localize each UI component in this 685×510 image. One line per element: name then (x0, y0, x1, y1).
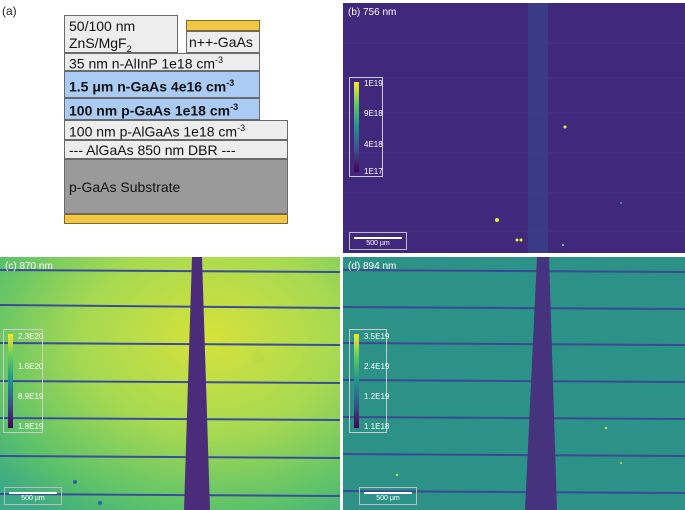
panel-b-image: (b) 756 nm 1E19 9E18 4E18 1E17 500 µm (343, 3, 685, 253)
panel-c-colorbar-tick: 1.8E19 (18, 422, 44, 431)
panel-d-image: (d) 894 nm 3.5E19 2.4E19 1.2E19 1.1E18 5… (343, 257, 685, 510)
panel-d-texture (343, 257, 685, 510)
contact-gold-bottom (64, 214, 288, 224)
panel-d-colorbar-tick: 1.1E18 (364, 422, 390, 431)
panel-d-label: (d) 894 nm (348, 261, 397, 272)
layer-n-alinp: 35 nm n-AlInP 1e18 cm-3 (64, 53, 260, 71)
layer-substrate: p-GaAs Substrate (64, 159, 288, 214)
panel-c-scalebar: 500 µm (4, 487, 62, 505)
panel-b-label: (b) 756 nm (348, 7, 397, 18)
layer-p-algaas: 100 nm p-AlGaAs 1e18 cm-3 (64, 120, 288, 140)
layer-zns-line2: ZnS/MgF2 (69, 35, 132, 54)
layer-zns-line1: 50/100 nm (69, 18, 136, 34)
layer-pgaas-label: 100 nm p-GaAs 1e18 cm-3 (69, 102, 239, 119)
panel-d-colorbar-tick: 1.2E19 (364, 392, 390, 401)
panel-c-colorbar-tick: 1.6E20 (18, 362, 44, 371)
panel-a-letter: (a) (2, 4, 17, 18)
layer-alinp-label: 35 nm n-AlInP 1e18 cm-3 (69, 55, 224, 72)
panel-d-scalebar-label: 500 µm (376, 495, 400, 502)
panel-c-colorbar-tick: 8.9E19 (18, 392, 44, 401)
panel-d-colorbar-tick: 3.5E19 (364, 332, 390, 341)
panel-b-colorbar-tick: 9E18 (364, 109, 383, 118)
panel-c-colorbar: 2.3E20 1.6E20 8.9E19 1.8E19 (3, 329, 43, 433)
layer-dbr-label: --- AlGaAs 850 nm DBR --- (69, 142, 236, 158)
layer-n-gaas-contact: n++-GaAs (186, 31, 260, 53)
panel-d-scalebar: 500 µm (359, 487, 417, 505)
panel-b-colorbar-tick: 4E18 (364, 140, 383, 149)
panel-b-scalebar: 500 µm (349, 232, 407, 250)
panel-d-colorbar-tick: 2.4E19 (364, 362, 390, 371)
panel-b-scalebar-label: 500 µm (366, 240, 390, 247)
layer-zns-mgf2: 50/100 nm ZnS/MgF2 (64, 15, 178, 53)
panel-b-colorbar-tick: 1E19 (364, 79, 383, 88)
panel-c-texture (0, 257, 340, 510)
panel-b-colorbar: 1E19 9E18 4E18 1E17 (349, 77, 383, 177)
layer-dbr: --- AlGaAs 850 nm DBR --- (64, 140, 288, 159)
panel-b-colorbar-tick: 1E17 (364, 167, 383, 176)
panel-c-label: (c) 870 nm (5, 261, 53, 272)
panel-c-scalebar-label: 500 µm (21, 495, 45, 502)
panel-c-colorbar-tick: 2.3E20 (18, 332, 44, 341)
layer-n-gaas: 1.5 μm n-GaAs 4e16 cm-3 (64, 71, 260, 98)
layer-palgaas-label: 100 nm p-AlGaAs 1e18 cm-3 (69, 123, 246, 140)
layer-substrate-label: p-GaAs Substrate (69, 179, 181, 195)
panel-d-colorbar: 3.5E19 2.4E19 1.2E19 1.1E18 (349, 329, 390, 433)
layer-contact-label: n++-GaAs (189, 34, 253, 50)
layer-ngaas-label: 1.5 μm n-GaAs 4e16 cm-3 (69, 78, 235, 95)
layer-p-gaas: 100 nm p-GaAs 1e18 cm-3 (64, 98, 260, 120)
contact-gold-top (186, 20, 260, 31)
panel-c-image: (c) 870 nm 2.3E20 1.6E20 8.9E19 1.8E19 5… (0, 257, 340, 510)
panel-b-texture (343, 3, 685, 253)
